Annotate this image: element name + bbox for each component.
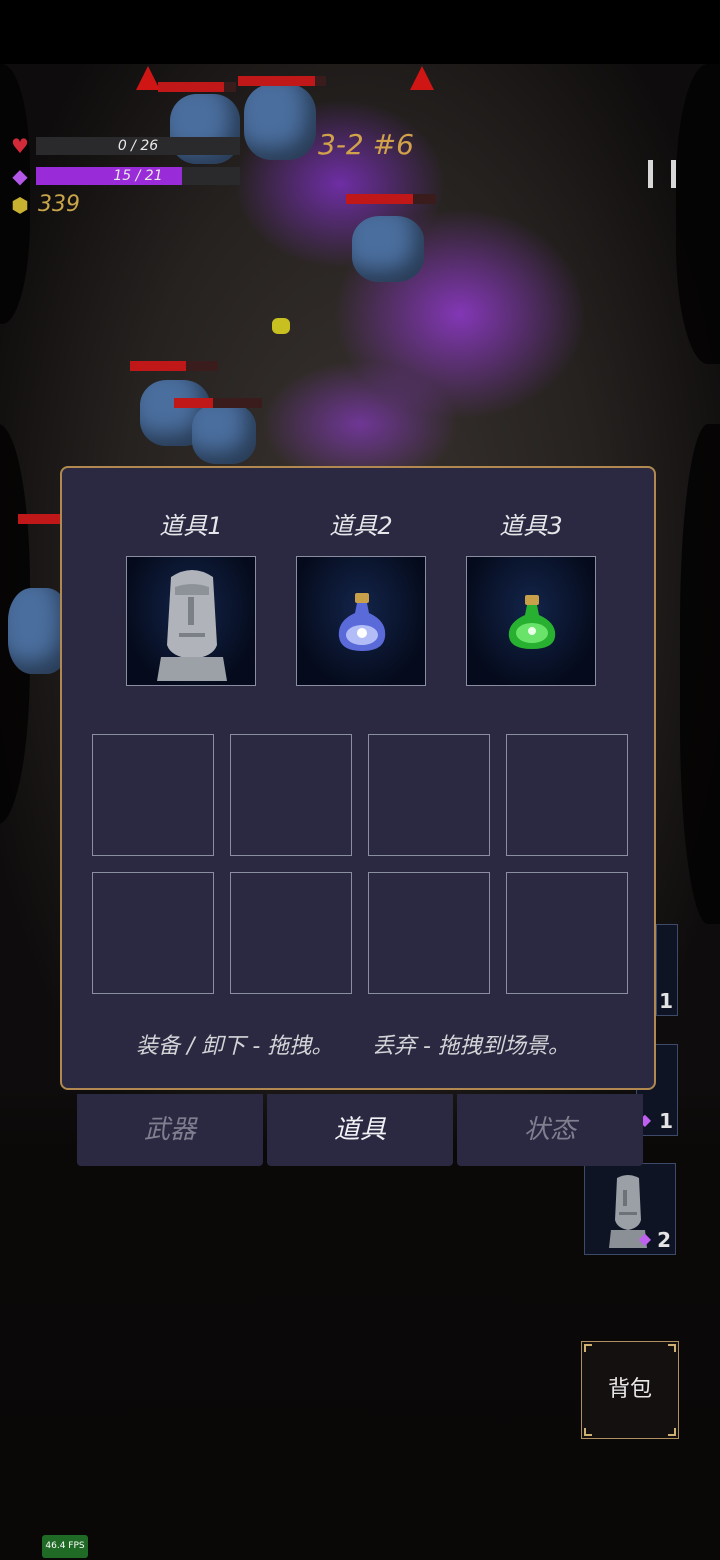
slot-title-2: 道具2 — [329, 512, 393, 540]
coin-icon: ⬢ — [11, 192, 29, 217]
blue-potion-icon — [338, 593, 386, 651]
hp-row: ♥ 0 / 26 — [8, 134, 240, 158]
pause-icon-bar — [671, 160, 676, 188]
inventory-cell[interactable] — [506, 734, 628, 856]
hint-equip: 装备 / 卸下 - 拖拽。 — [136, 1034, 334, 1059]
hint-drop: 丢弃 - 拖拽到场景。 — [372, 1034, 570, 1059]
corner-ornament — [668, 1428, 676, 1436]
tab-weapons[interactable]: 武器 — [77, 1094, 263, 1166]
enemy-health-bar — [130, 361, 218, 371]
slot-title-1: 道具1 — [159, 512, 223, 540]
mana-text: 15 / 21 — [113, 168, 163, 184]
equip-slot-1[interactable] — [126, 556, 256, 686]
enemy-health-bar — [18, 514, 62, 524]
inventory-cell[interactable] — [368, 872, 490, 994]
inventory-cell[interactable] — [230, 872, 352, 994]
gold-amount: 339 — [38, 192, 80, 217]
gem-icon: ◆ — [638, 1229, 651, 1248]
pause-button[interactable] — [648, 156, 676, 192]
corner-ornament — [668, 1344, 676, 1352]
quick-slot-moai[interactable]: ◆ 2 — [584, 1163, 676, 1255]
inventory-cell[interactable] — [368, 734, 490, 856]
pause-icon — [648, 160, 653, 188]
quick-slot-count: 1 — [659, 989, 673, 1013]
foliage-right — [676, 64, 720, 364]
enemy-health-bar — [174, 398, 262, 408]
inventory-cell[interactable] — [92, 872, 214, 994]
inventory-cell[interactable] — [92, 734, 214, 856]
offscreen-enemy-indicator — [410, 66, 434, 90]
mana-row: ◆ 15 / 21 — [8, 164, 240, 188]
tab-status[interactable]: 状态 — [457, 1094, 643, 1166]
equip-slot-2[interactable] — [296, 556, 426, 686]
enemy-health-bar — [346, 194, 436, 204]
enemy-health-bar — [158, 82, 236, 92]
gold-drop — [272, 318, 290, 334]
status-bar-area — [0, 0, 720, 64]
gold-row: ⬢ 339 — [8, 192, 80, 217]
enemy-creature — [352, 216, 424, 282]
foliage-right-lower — [680, 424, 720, 924]
inventory-cell[interactable] — [230, 734, 352, 856]
item-equip-panel: 道具1 道具2 道具3 装备 / 卸下 - 拖拽。 丢弃 - 拖拽到场景。 — [60, 466, 656, 1090]
quick-slot-count: 1 — [659, 1109, 673, 1133]
heart-icon: ♥ — [11, 134, 29, 158]
equip-slot-3[interactable] — [466, 556, 596, 686]
fps-counter: 46.4 FPS — [42, 1535, 88, 1558]
tab-items[interactable]: 道具 — [267, 1094, 453, 1166]
level-indicator: 3-2 #6 — [318, 128, 414, 161]
slot-title-3: 道具3 — [499, 512, 563, 540]
moai-statue-icon — [157, 570, 227, 681]
offscreen-enemy-indicator — [136, 66, 160, 90]
mana-bar: 15 / 21 — [36, 167, 240, 185]
corner-ornament — [584, 1344, 592, 1352]
enemy-creature — [244, 84, 316, 160]
hp-bar: 0 / 26 — [36, 137, 240, 155]
quick-slot-count: 2 — [657, 1228, 671, 1252]
gem-icon: ◆ — [12, 164, 28, 188]
corner-ornament — [584, 1428, 592, 1436]
bag-button[interactable]: 背包 — [581, 1341, 679, 1439]
enemy-health-bar — [238, 76, 326, 86]
bag-button-label: 背包 — [607, 1377, 652, 1402]
green-potion-icon — [508, 595, 556, 649]
hp-text: 0 / 26 — [117, 138, 159, 154]
inventory-cell[interactable] — [506, 872, 628, 994]
quick-slot[interactable]: 1 — [656, 924, 678, 1016]
enemy-creature — [192, 404, 256, 464]
